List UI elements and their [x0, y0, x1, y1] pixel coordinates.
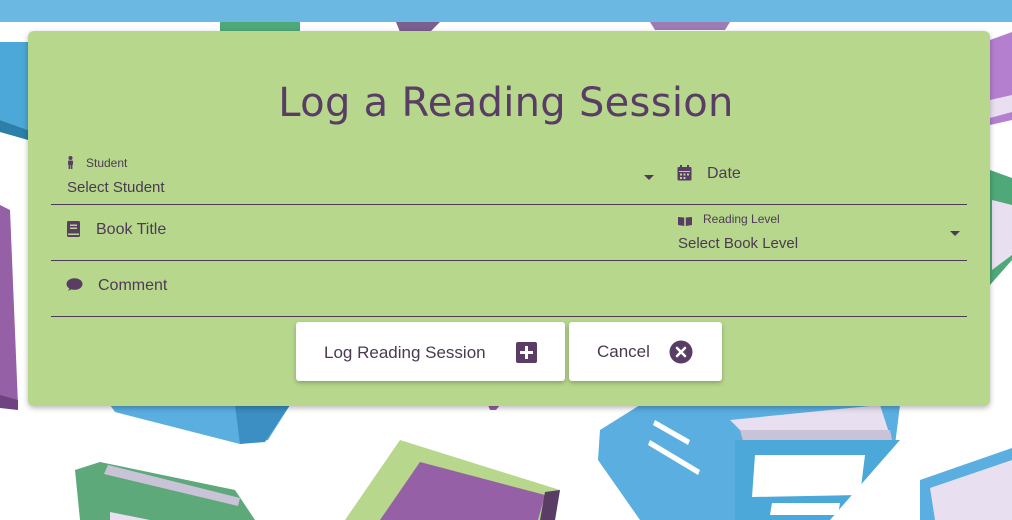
comment-input[interactable]: Comment [51, 261, 967, 317]
date-input[interactable]: Date [663, 150, 967, 205]
plus-square-icon [516, 342, 537, 368]
chevron-down-icon [644, 175, 654, 180]
student-select[interactable]: Student Select Student [51, 150, 663, 205]
log-reading-session-label: Log Reading Session [324, 343, 486, 362]
reading-level-select[interactable]: Reading Level Select Book Level [663, 205, 967, 261]
book-title-input[interactable]: Book Title [51, 205, 663, 261]
book-icon [67, 221, 80, 242]
date-placeholder: Date [707, 165, 741, 182]
book-title-placeholder: Book Title [96, 221, 167, 238]
cancel-label: Cancel [597, 342, 650, 361]
comment-underline [51, 316, 967, 317]
student-value: Select Student [67, 179, 165, 196]
speech-bubble-icon [66, 278, 83, 298]
calendar-icon [677, 165, 692, 186]
chevron-down-icon [950, 231, 960, 236]
comment-placeholder: Comment [98, 277, 168, 294]
reading-level-label: Reading Level [703, 212, 780, 226]
close-circle-icon [669, 340, 693, 369]
student-label: Student [86, 156, 128, 170]
log-reading-session-button[interactable]: Log Reading Session [296, 322, 565, 381]
open-book-icon [678, 213, 692, 231]
reading-level-value: Select Book Level [678, 235, 799, 252]
page-title: Log a Reading Session [278, 80, 734, 126]
cancel-button[interactable]: Cancel [569, 322, 722, 381]
person-icon [66, 156, 75, 174]
